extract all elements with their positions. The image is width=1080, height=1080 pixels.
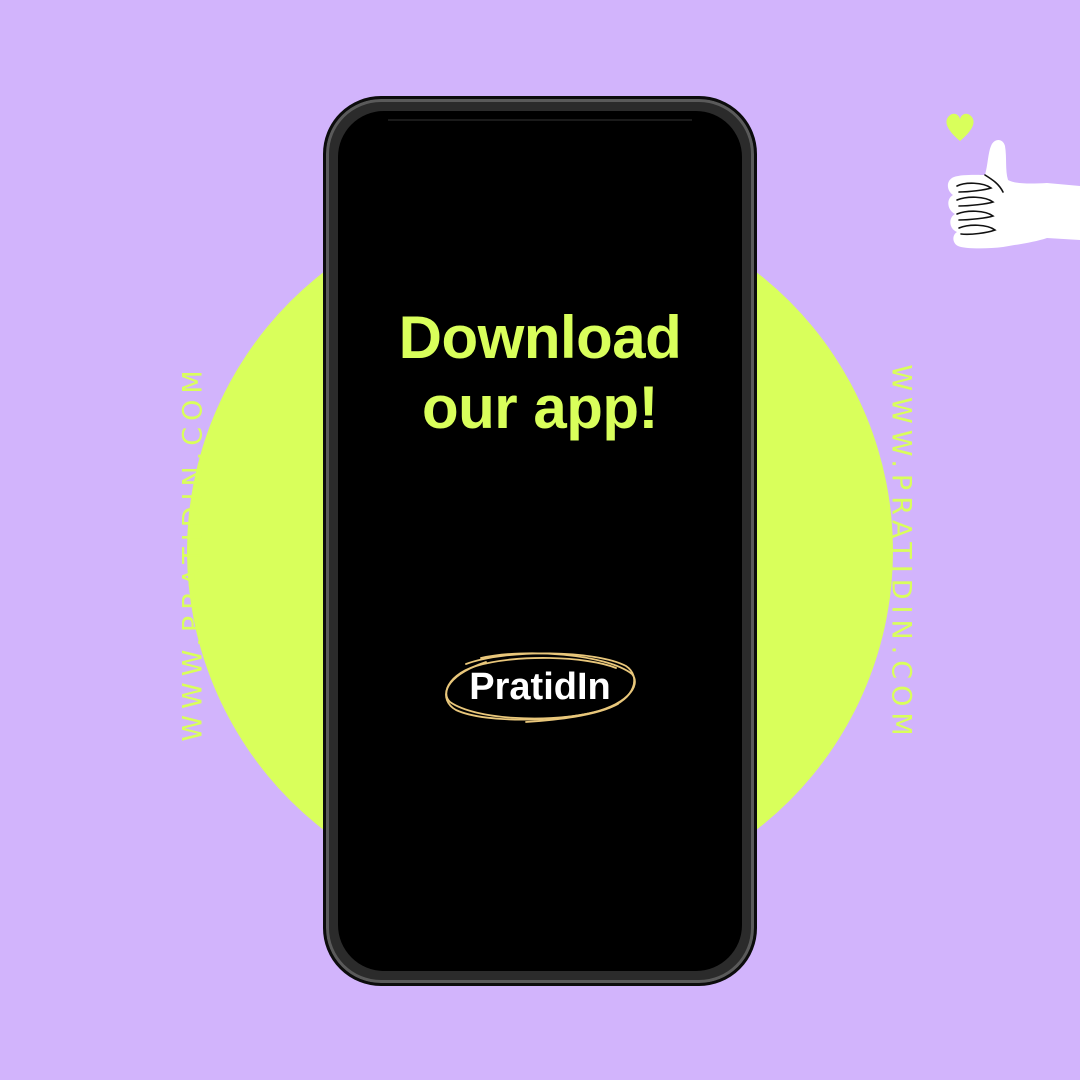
brand-logo: PratidIn [338, 644, 742, 734]
phone-mockup: Download our app! PratidIn [323, 96, 757, 986]
thumbs-up-illustration [935, 108, 1080, 258]
thumbs-up-hand-icon [947, 140, 1080, 249]
promo-canvas: WWW.PRATIDIN.COM WWW.PRATIDIN.COM Downlo… [0, 0, 1080, 1080]
headline: Download our app! [338, 303, 742, 443]
website-text-left: WWW.PRATIDIN.COM [177, 364, 209, 742]
headline-line-2: our app! [422, 374, 658, 441]
headline-line-1: Download [398, 304, 682, 371]
heart-icon [946, 113, 974, 141]
phone-screen: Download our app! PratidIn [338, 111, 742, 971]
website-text-right: WWW.PRATIDIN.COM [885, 364, 917, 742]
brand-name: PratidIn [469, 666, 611, 708]
phone-speaker-line [388, 119, 692, 121]
